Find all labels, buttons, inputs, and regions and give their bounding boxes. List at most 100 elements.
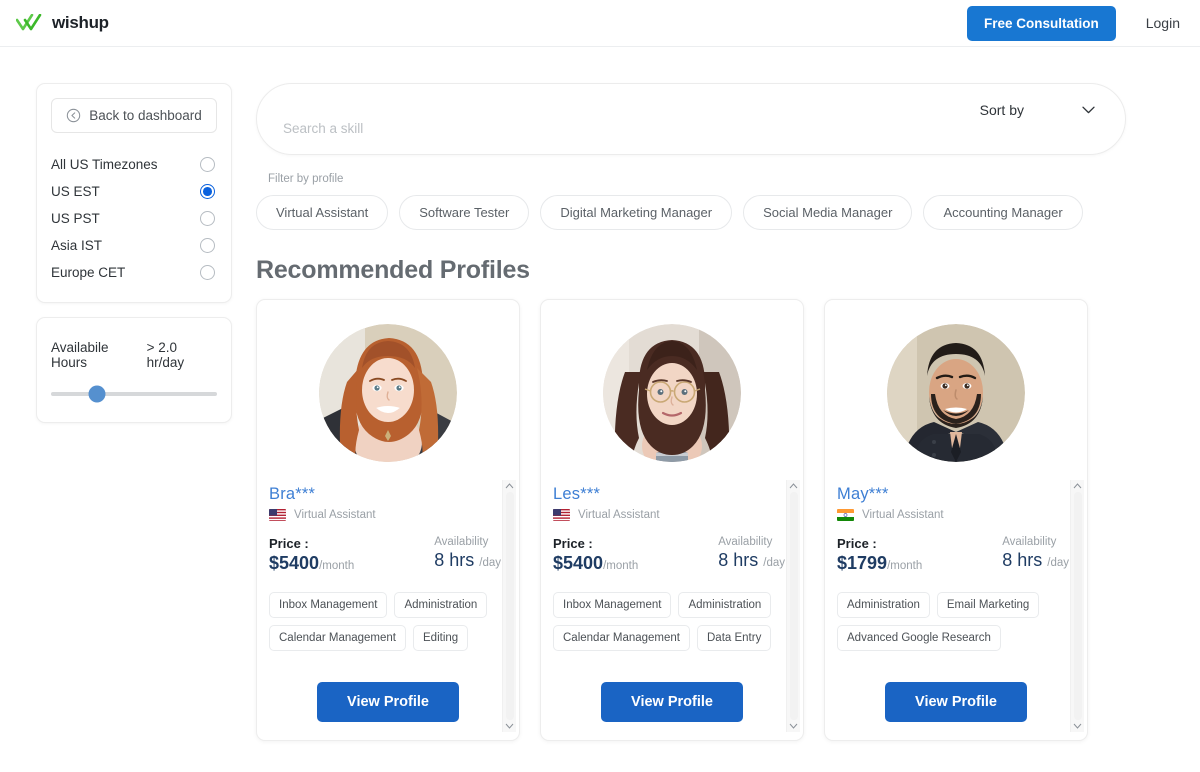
price-unit: /month xyxy=(887,560,923,572)
sort-by-dropdown[interactable]: Sort by xyxy=(980,102,1095,118)
timezone-option-us-pst[interactable]: US PST xyxy=(51,205,217,232)
profile-name[interactable]: Les*** xyxy=(553,485,791,504)
chevron-down-icon xyxy=(1082,106,1095,114)
sort-by-label: Sort by xyxy=(979,102,1024,118)
login-link[interactable]: Login xyxy=(1146,15,1180,31)
search-bar: Sort by xyxy=(256,83,1126,155)
price-amount: $5400 xyxy=(269,553,320,573)
avatar-image-woman-red-hair xyxy=(319,323,457,462)
timezone-radio[interactable] xyxy=(200,238,215,253)
profile-role: Virtual Assistant xyxy=(578,509,660,521)
price-label: Price : xyxy=(553,536,593,551)
timezone-label: US EST xyxy=(51,184,100,199)
card-scrollbar[interactable] xyxy=(1070,480,1084,732)
availability-block: Availability 8 hrs /day xyxy=(1002,536,1075,571)
profile-role-row: Virtual Assistant xyxy=(269,509,507,521)
slider-thumb[interactable] xyxy=(88,385,106,403)
flag-us-icon xyxy=(269,509,286,521)
search-input[interactable] xyxy=(283,120,823,136)
view-profile-button[interactable]: View Profile xyxy=(317,682,459,722)
timezone-radio[interactable] xyxy=(200,265,215,280)
flag-in-icon xyxy=(837,509,854,521)
logo[interactable]: wishup xyxy=(16,13,109,33)
back-to-dashboard-button[interactable]: Back to dashboard xyxy=(51,98,217,133)
availability-amount: 8 hrs xyxy=(1002,550,1043,570)
skill-tag: Administration xyxy=(394,592,488,618)
profile-card[interactable]: May*** Virtual Assistant Price : $1799/m… xyxy=(824,299,1088,741)
card-body: May*** Virtual Assistant Price : $1799/m… xyxy=(825,485,1087,682)
profile-role-row: Virtual Assistant xyxy=(553,509,791,521)
profile-card-list: Bra*** Virtual Assistant Price: $5400/m… xyxy=(256,299,1180,741)
availability-amount: 8 hrs xyxy=(718,550,759,570)
available-hours-header: Availabile Hours > 2.0 hr/day xyxy=(51,340,217,370)
availability-value: 8 hrs /day xyxy=(1002,550,1069,571)
filter-pill-social-media-manager[interactable]: Social Media Manager xyxy=(743,195,913,230)
availability-amount: 8 hrs xyxy=(434,550,475,570)
availability-label: Availability xyxy=(718,536,773,548)
filter-pill-accounting-manager[interactable]: Accounting Manager xyxy=(923,195,1083,230)
filter-sidebar: Back to dashboard All US Timezones US ES… xyxy=(36,83,232,741)
logo-text: wishup xyxy=(52,13,109,32)
scrollbar-thumb[interactable] xyxy=(505,492,514,720)
timezone-radio[interactable] xyxy=(200,211,215,226)
scroll-up-icon[interactable] xyxy=(789,483,798,489)
availability-value: 8 hrs /day xyxy=(434,550,501,571)
profile-role: Virtual Assistant xyxy=(294,509,376,521)
skill-tag-list: Inbox Management Administration Calendar… xyxy=(269,592,507,651)
profile-name[interactable]: Bra*** xyxy=(269,485,507,504)
availability-value: 8 hrs /day xyxy=(718,550,785,571)
card-body: Bra*** Virtual Assistant Price: $5400/m… xyxy=(257,485,519,682)
scrollbar-thumb[interactable] xyxy=(1073,492,1082,720)
timezone-option-us-est[interactable]: US EST xyxy=(51,178,217,205)
price-block: Price : $1799/month xyxy=(837,536,922,574)
availability-unit: /day xyxy=(763,557,785,569)
timezone-option-asia-ist[interactable]: Asia IST xyxy=(51,232,217,259)
timezone-radio-selected[interactable] xyxy=(200,184,215,199)
profile-filter-pills: Virtual Assistant Software Tester Digita… xyxy=(256,195,1180,230)
view-profile-button[interactable]: View Profile xyxy=(885,682,1027,722)
card-footer: View Profile xyxy=(257,682,519,740)
timezone-option-europe-cet[interactable]: Europe CET xyxy=(51,259,217,286)
card-scrollbar[interactable] xyxy=(786,480,800,732)
price-unit: /month xyxy=(603,560,639,572)
skill-tag: Calendar Management xyxy=(553,625,690,651)
scroll-down-icon[interactable] xyxy=(789,723,798,729)
profile-role: Virtual Assistant xyxy=(862,509,944,521)
avatar xyxy=(319,323,457,462)
scroll-down-icon[interactable] xyxy=(505,723,514,729)
timezone-radio[interactable] xyxy=(200,157,215,172)
profile-card[interactable]: Bra*** Virtual Assistant Price: $5400/m… xyxy=(256,299,520,741)
card-scrollbar[interactable] xyxy=(502,480,516,732)
profile-role-row: Virtual Assistant xyxy=(837,509,1075,521)
price-value: $1799/month xyxy=(837,553,922,574)
profile-card[interactable]: Les*** Virtual Assistant Price: $5400/m… xyxy=(540,299,804,741)
timezone-option-all-us[interactable]: All US Timezones xyxy=(51,151,217,178)
main-content: Sort by Filter by profile Virtual Assist… xyxy=(232,83,1200,741)
filter-pill-software-tester[interactable]: Software Tester xyxy=(399,195,530,230)
profile-name[interactable]: May*** xyxy=(837,485,1075,504)
avatar-container xyxy=(541,300,803,485)
avatar xyxy=(603,323,741,462)
card-footer: View Profile xyxy=(825,682,1087,740)
back-to-dashboard-label: Back to dashboard xyxy=(89,108,202,123)
price-block: Price : $5400/month xyxy=(269,536,354,574)
timezone-label: US PST xyxy=(51,211,100,226)
availability-unit: /day xyxy=(479,557,501,569)
availability-block: Availability 8 hrs /day xyxy=(718,536,791,571)
scroll-down-icon[interactable] xyxy=(1073,723,1082,729)
filter-pill-digital-marketing-manager[interactable]: Digital Marketing Manager xyxy=(540,195,733,230)
available-hours-slider[interactable] xyxy=(51,385,217,403)
price-label: Price : xyxy=(837,536,877,551)
available-hours-label: Availabile Hours xyxy=(51,340,109,370)
availability-label: Availability xyxy=(1002,536,1057,548)
scrollbar-thumb[interactable] xyxy=(789,492,798,720)
view-profile-button[interactable]: View Profile xyxy=(601,682,743,722)
avatar-image-man-beard xyxy=(887,323,1025,462)
avatar xyxy=(887,323,1025,462)
free-consultation-button[interactable]: Free Consultation xyxy=(966,5,1116,41)
filter-pill-virtual-assistant[interactable]: Virtual Assistant xyxy=(256,195,389,230)
skill-tag: Inbox Management xyxy=(269,592,388,618)
scroll-up-icon[interactable] xyxy=(505,483,514,489)
skill-tag-list: Administration Email Marketing Advanced … xyxy=(837,592,1075,651)
scroll-up-icon[interactable] xyxy=(1073,483,1082,489)
